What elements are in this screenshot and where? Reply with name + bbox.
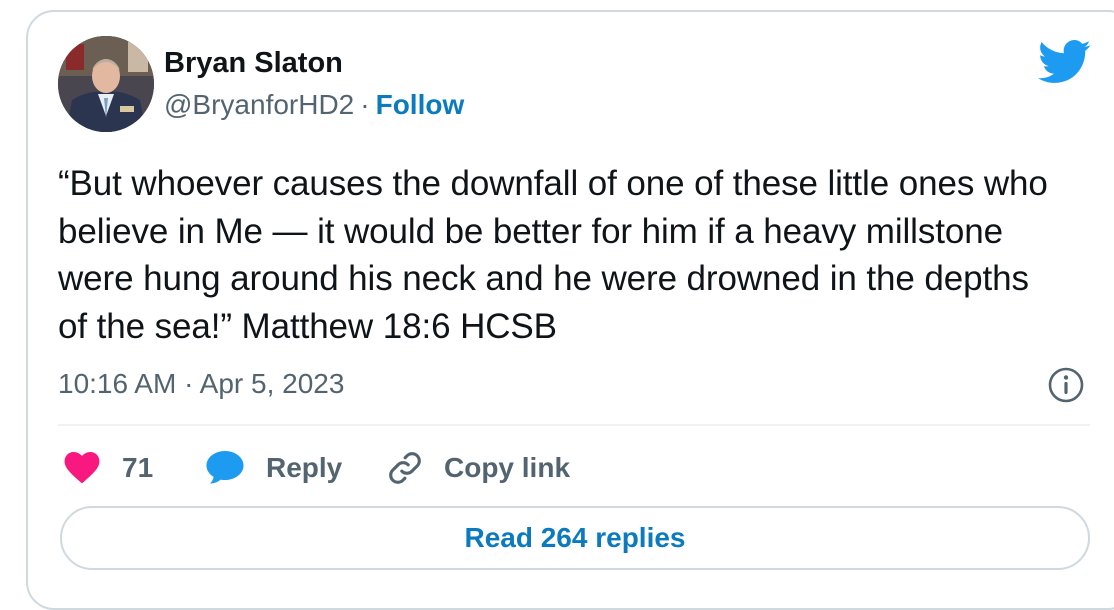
separator-dot: · (360, 89, 370, 120)
reply-label: Reply (266, 452, 343, 483)
like-button[interactable]: 71 (64, 446, 153, 490)
author-handle[interactable]: @BryanforHD2 (164, 89, 354, 120)
tweet-timestamp[interactable]: 10:16 AM · Apr 5, 2023 (58, 368, 344, 400)
read-replies-label: Read 264 replies (464, 522, 686, 553)
twitter-bird-icon[interactable] (1037, 40, 1092, 84)
like-count: 71 (122, 452, 154, 483)
author-handle-row: @BryanforHD2 · Follow (164, 89, 464, 121)
avatar[interactable] (58, 36, 154, 132)
copy-link-label: Copy link (444, 452, 571, 483)
author-name[interactable]: Bryan Slaton (164, 47, 343, 80)
tweet-text: “But whoever causes the downfall of one … (58, 164, 1048, 346)
info-icon[interactable] (1047, 366, 1085, 404)
heart-icon (64, 452, 100, 484)
follow-button[interactable]: Follow (376, 89, 465, 120)
read-replies-button[interactable]: Read 264 replies (60, 506, 1090, 570)
copy-link-button[interactable]: Copy link (386, 446, 570, 490)
divider (58, 424, 1090, 426)
link-icon (386, 449, 424, 487)
reply-button[interactable]: Reply (206, 446, 342, 490)
speech-bubble-icon (206, 451, 244, 485)
